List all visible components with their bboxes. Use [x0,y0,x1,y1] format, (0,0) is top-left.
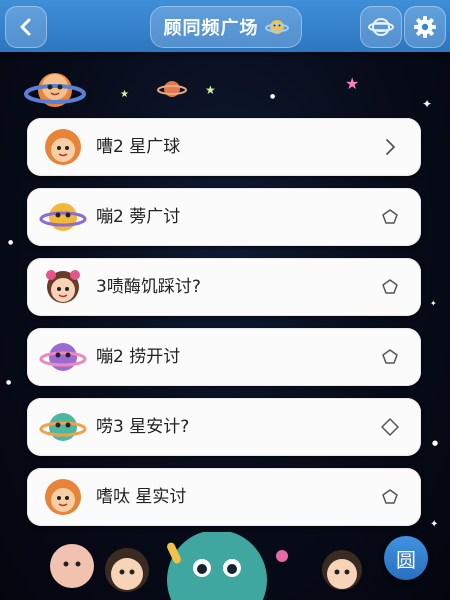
globe-button[interactable] [360,6,402,48]
chevron-right-icon [386,139,396,155]
room-item[interactable]: 唠3 星安计? [27,398,421,456]
page-title: 顾同频广场 [163,18,259,39]
back-button[interactable] [5,6,47,48]
planet-avatar-icon [39,334,87,380]
planet-avatar-icon [39,194,87,240]
small-planet-decoration [157,81,187,97]
star-decoration: ● [270,93,276,100]
star-decoration: ★ [345,74,360,93]
planet-avatar-icon [39,404,87,450]
chevron-left-icon [20,18,31,36]
star-decoration: ★ [205,83,216,97]
star-decoration: ✦ [430,299,437,308]
star-decoration: ★ [120,89,129,100]
room-item[interactable]: 嗜呔 星实讨 [27,468,421,526]
page-title-pill: 顾同频广场 [150,6,302,48]
chat-button[interactable]: 圆 [384,536,428,580]
pin-icon[interactable] [379,206,401,228]
gear-icon [414,16,436,38]
settings-button[interactable] [404,6,446,48]
pin-icon[interactable] [379,276,401,298]
room-name: 3啧酶饥踩讨? [96,277,201,297]
star-decoration: ● [6,379,12,386]
girl-avatar-icon [39,124,87,170]
pin-icon[interactable] [379,346,401,368]
room-item[interactable]: 嘈2 星广球 [27,118,421,176]
star-decoration: ✦ [430,519,439,530]
room-name: 唠3 星安计? [96,417,190,437]
planet-icon [264,20,289,34]
mascot-planet-decoration [24,73,86,107]
girl-avatar-icon [39,474,87,520]
star-decoration: ✦ [422,97,433,111]
chat-button-label: 圆 [396,547,416,572]
room-item[interactable]: 嘣2 蒡广讨 [27,188,421,246]
top-bar: 顾同频广场 [0,0,450,52]
room-name: 嗜呔 星实讨 [96,487,187,507]
pin-icon[interactable] [379,486,401,508]
room-name: 嘣2 捞开讨 [96,347,181,367]
room-name: 嘈2 星广球 [96,137,181,157]
room-item[interactable]: 3啧酶饥踩讨? [27,258,421,316]
character-banner-illustration [50,532,362,600]
star-decoration: ● [8,239,14,246]
diamond-icon[interactable] [379,416,401,438]
star-decoration: ● [432,439,439,447]
girl-avatar-icon [39,264,87,310]
room-item[interactable]: 嘣2 捞开讨 [27,328,421,386]
globe-icon [368,18,394,36]
room-name: 嘣2 蒡广讨 [96,207,181,227]
